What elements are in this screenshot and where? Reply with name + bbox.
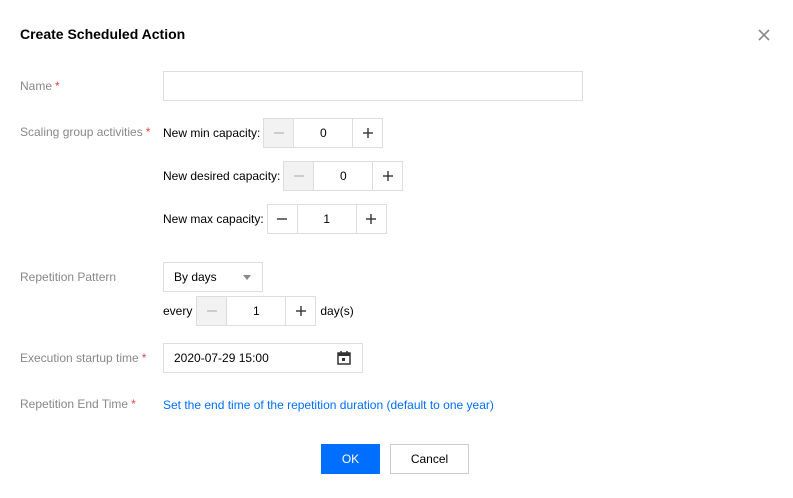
min-capacity-row: New min capacity: [163,118,384,148]
calendar-icon[interactable] [336,350,352,366]
dialog-title: Create Scheduled Action [20,26,186,42]
desired-capacity-input[interactable] [314,162,373,190]
interval-input[interactable] [227,297,286,325]
required-marker: * [131,397,136,411]
startup-time-value: 2020-07-29 15:00 [174,351,269,365]
minus-icon [293,175,304,177]
max-capacity-input[interactable] [297,205,356,233]
plus-icon [366,214,377,224]
min-capacity-decrement-button[interactable] [264,119,295,147]
scaling-label: Scaling group activities * [20,125,150,139]
set-end-time-link[interactable]: Set the end time of the repetition durat… [163,398,494,412]
max-capacity-stepper [266,204,387,234]
repetition-interval-stepper [196,296,317,326]
repetition-pattern-select[interactable]: By days [163,262,263,292]
plus-icon [295,306,306,316]
min-capacity-label: New min capacity: [163,126,261,140]
required-marker: * [141,351,147,365]
max-capacity-row: New max capacity: [163,204,387,234]
day-unit-label: day(s) [320,304,354,318]
max-capacity-decrement-button[interactable] [267,205,298,233]
ok-button[interactable]: OK [321,444,380,474]
cancel-button[interactable]: Cancel [390,444,469,474]
min-capacity-input[interactable] [294,119,353,147]
startup-time-label-text: Execution startup time [20,351,139,365]
required-marker: * [145,125,151,139]
name-input[interactable] [163,71,583,101]
required-marker: * [55,79,60,93]
close-button[interactable] [754,25,774,45]
min-capacity-stepper [263,118,384,148]
chevron-down-icon [243,275,251,280]
repetition-pattern-label: Repetition Pattern [20,270,117,284]
scaling-label-text: Scaling group activities [20,125,143,139]
repetition-interval-row: every day(s) [163,296,354,326]
interval-decrement-button[interactable] [197,297,228,325]
desired-capacity-stepper [283,161,404,191]
min-capacity-increment-button[interactable] [352,119,383,147]
desired-capacity-row: New desired capacity: [163,161,404,191]
max-capacity-increment-button[interactable] [355,205,386,233]
name-label-text: Name [20,79,53,93]
plus-icon [362,128,373,138]
minus-icon [273,132,284,134]
minus-icon [277,218,288,220]
plus-icon [382,171,393,181]
startup-time-input[interactable]: 2020-07-29 15:00 [163,343,363,373]
desired-capacity-label: New desired capacity: [163,169,281,183]
every-label: every [163,304,193,318]
desired-capacity-increment-button[interactable] [372,162,403,190]
interval-increment-button[interactable] [285,297,316,325]
name-label: Name * [20,79,60,93]
max-capacity-label: New max capacity: [163,212,264,226]
repetition-pattern-value: By days [174,270,217,284]
minus-icon [206,310,217,312]
close-icon [758,29,770,41]
end-time-label: Repetition End Time * [20,397,136,411]
desired-capacity-decrement-button[interactable] [284,162,315,190]
end-time-label-text: Repetition End Time [20,397,129,411]
startup-time-label: Execution startup time * [20,351,146,365]
